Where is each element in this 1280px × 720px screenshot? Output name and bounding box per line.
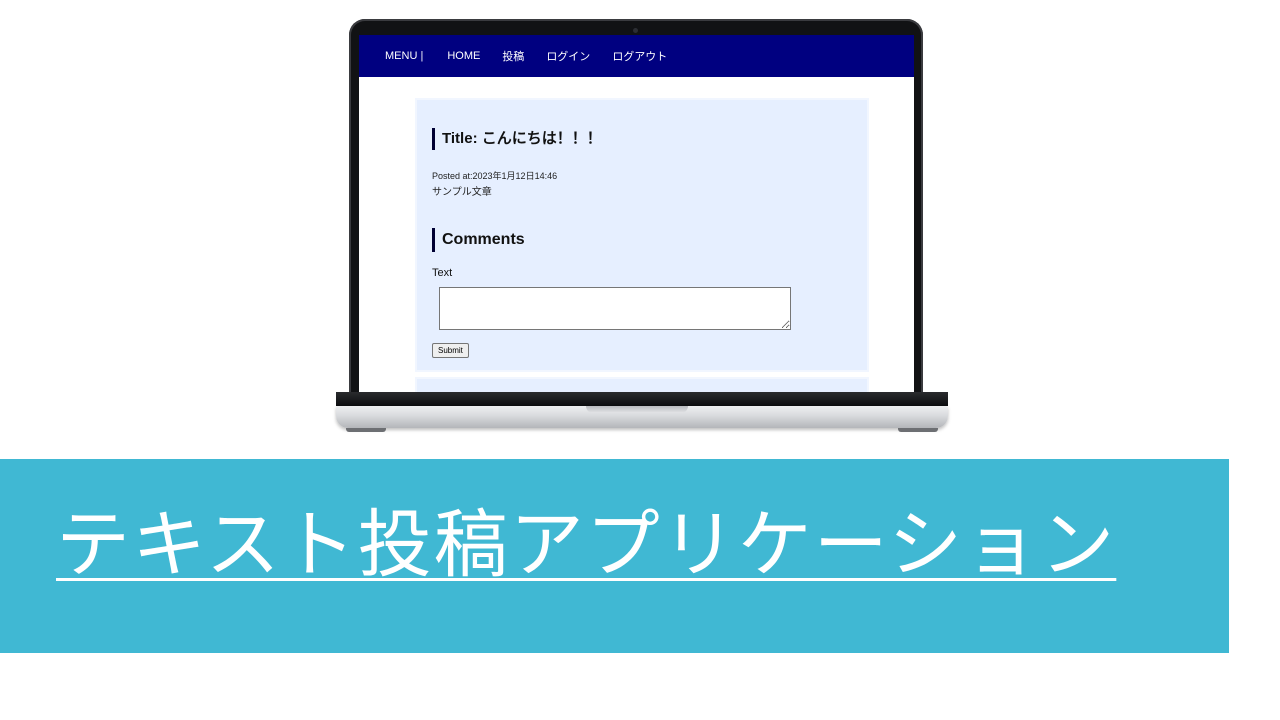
submit-button[interactable]: Submit bbox=[432, 343, 469, 358]
laptop-screen: MENU | HOME 投稿 ログイン ログアウト Title: こんにちは！！… bbox=[359, 35, 914, 392]
nav-item-logout[interactable]: ログアウト bbox=[612, 48, 667, 64]
posted-at: Posted at:2023年1月12日14:46 bbox=[432, 171, 558, 181]
post-body: サンプル文章 bbox=[432, 187, 492, 198]
laptop-foot-right bbox=[898, 428, 938, 432]
comment-text-label: Text bbox=[432, 267, 453, 279]
comment-textarea[interactable] bbox=[439, 287, 791, 330]
nav-item-post[interactable]: 投稿 bbox=[502, 48, 524, 64]
next-post-card bbox=[415, 377, 869, 392]
post-card: Title: こんにちは！！！ Posted at:2023年1月12日14:4… bbox=[415, 98, 869, 372]
comments-heading: Comments bbox=[432, 228, 525, 252]
laptop-foot-left bbox=[346, 428, 386, 432]
navbar: MENU | HOME 投稿 ログイン ログアウト bbox=[359, 35, 914, 77]
post-title: Title: こんにちは！！！ bbox=[432, 128, 602, 150]
nav-item-login[interactable]: ログイン bbox=[546, 48, 590, 64]
banner-title: テキスト投稿アプリケーション bbox=[56, 502, 1117, 588]
nav-item-home[interactable]: HOME bbox=[447, 50, 480, 62]
camera-icon bbox=[633, 28, 638, 33]
nav-menu-label: MENU | bbox=[385, 50, 424, 62]
laptop-hinge bbox=[336, 392, 948, 406]
laptop-notch bbox=[586, 406, 688, 413]
